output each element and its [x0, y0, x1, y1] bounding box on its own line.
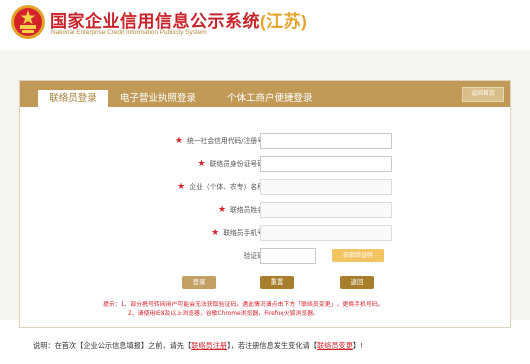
get-code-button[interactable]: 获取验证码 — [332, 249, 384, 262]
required-star-icon: ★ — [211, 228, 220, 238]
credit-code-label: ★ 统一社会信用代码/注册号 — [174, 136, 264, 146]
phone-label: ★ 联络员手机号 — [211, 228, 264, 238]
credit-code-input[interactable] — [260, 133, 392, 149]
back-home-button[interactable]: 返回首页 — [462, 87, 504, 102]
tab-individual-login[interactable]: 个体工商户便捷登录 — [227, 90, 313, 107]
required-star-icon: ★ — [217, 205, 227, 215]
back-button[interactable]: 返回 — [340, 276, 374, 289]
login-button[interactable]: 登录 — [182, 276, 216, 289]
company-name-input[interactable] — [260, 179, 392, 195]
tips-text: 提示：1、部分携号转网用户可能会无法获取验证码，遇此情况请点击下方「联络员变更」… — [103, 301, 384, 319]
id-number-input[interactable] — [260, 156, 392, 172]
field-row-captcha: 验证码 获取验证码 — [20, 248, 510, 264]
field-row-phone: ★ 联络员手机号 — [20, 225, 510, 241]
site-subtitle-en: National Enterprise Credit Information P… — [51, 29, 207, 36]
site-header: 国家企业信用信息公示系统(江苏) National Enterprise Cre… — [0, 0, 530, 50]
liaison-name-label: ★ 联络员姓名 — [217, 205, 264, 215]
tip-line-1: 提示：1、部分携号转网用户可能会无法获取验证码，遇此情况请点击下方「联络员变更」… — [103, 302, 384, 308]
captcha-input[interactable] — [260, 248, 316, 264]
liaison-change-link[interactable]: 联络员变更 — [317, 341, 353, 350]
tab-liaison-login[interactable]: 联络员登录 — [38, 90, 108, 107]
login-panel: 联络员登录 电子营业执照登录 个体工商户便捷登录 返回首页 ★ 统一社会信用代码/… — [19, 80, 511, 328]
tab-e-license-login[interactable]: 电子营业执照登录 — [120, 90, 196, 107]
liaison-name-input[interactable] — [260, 202, 392, 218]
id-number-label: ★ 联络员身份证号码 — [197, 159, 264, 169]
province-label: (江苏) — [260, 12, 308, 31]
phone-input[interactable] — [260, 225, 392, 241]
login-tab-bar: 联络员登录 电子营业执照登录 个体工商户便捷登录 返回首页 — [20, 81, 510, 107]
reset-button[interactable]: 重置 — [260, 276, 294, 289]
required-star-icon: ★ — [174, 136, 183, 146]
required-star-icon: ★ — [197, 159, 206, 169]
field-row-liaison-name: ★ 联络员姓名 — [20, 202, 510, 218]
national-emblem-icon — [11, 5, 45, 39]
liaison-register-link[interactable]: 联络员注册 — [191, 341, 227, 350]
footer-note: 说明：在首次【企业公示信息填报】之前，请先【联络员注册】，若注册信息发生变化请【… — [33, 341, 363, 350]
tip-line-2: 2、请使用IE8及以上浏览器，谷歌Chrome浏览器，Firefox火狐浏览器。 — [128, 311, 320, 317]
field-row-credit-code: ★ 统一社会信用代码/注册号 — [20, 133, 510, 149]
required-star-icon: ★ — [177, 182, 186, 192]
field-row-id-number: ★ 联络员身份证号码 — [20, 156, 510, 172]
company-name-label: ★ 企业（个体、农专）名称 — [177, 182, 264, 192]
field-row-company-name: ★ 企业（个体、农专）名称 — [20, 179, 510, 195]
